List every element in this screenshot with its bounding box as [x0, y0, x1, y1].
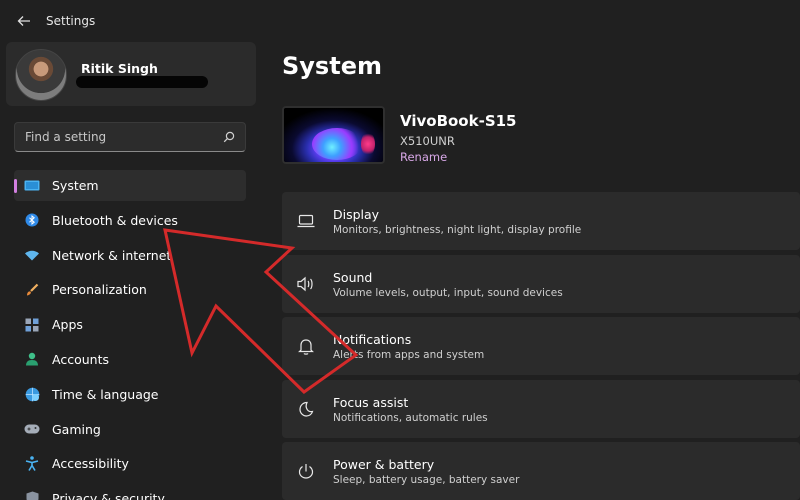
bell-icon [296, 336, 316, 356]
card-description: Notifications, automatic rules [333, 411, 488, 424]
device-name: VivoBook-S15 [400, 112, 517, 130]
bluetooth-icon [24, 212, 40, 228]
gamepad-icon [24, 421, 40, 437]
page-title: System [282, 52, 382, 80]
profile-card[interactable]: Ritik Singh [6, 42, 256, 106]
device-wallpaper-thumbnail [282, 106, 385, 164]
sidebar-item-time-language[interactable]: Time & language [14, 379, 246, 410]
card-title: Notifications [333, 332, 412, 347]
person-icon [24, 351, 40, 367]
settings-card-power-battery[interactable]: Power & battery Sleep, battery usage, ba… [282, 442, 800, 500]
sidebar-item-label: Accounts [52, 351, 109, 367]
card-title: Focus assist [333, 394, 409, 410]
sidebar-item-system[interactable]: System [14, 170, 246, 201]
wifi-icon [24, 247, 40, 263]
sidebar-item-gaming[interactable]: Gaming [14, 414, 246, 445]
sidebar-item-label: Gaming [52, 421, 101, 437]
card-description: Sleep, battery usage, battery saver [333, 474, 520, 486]
moon-icon [296, 399, 316, 419]
sidebar-item-accounts[interactable]: Accounts [14, 344, 246, 375]
sidebar-item-apps[interactable]: Apps [14, 309, 246, 340]
card-title: Sound [333, 269, 373, 285]
sidebar-item-label: Network & internet [52, 247, 172, 263]
search-icon[interactable] [223, 128, 235, 147]
shield-icon [24, 491, 40, 500]
back-arrow-icon[interactable] [14, 11, 34, 31]
sidebar-item-label: Time & language [52, 386, 159, 402]
display-icon [296, 211, 316, 231]
sidebar-item-label: Personalization [52, 282, 147, 298]
card-description: Volume levels, output, input, sound devi… [333, 286, 563, 299]
app-title: Settings [46, 14, 96, 28]
search-box[interactable] [14, 122, 246, 152]
sidebar-item-bluetooth[interactable]: Bluetooth & devices [14, 205, 246, 236]
card-description: Monitors, brightness, night light, displ… [333, 224, 582, 236]
main-content: System VivoBook-S15 X510UNR Rename Displ… [282, 42, 800, 500]
speaker-icon [296, 274, 316, 294]
profile-email-redacted [76, 76, 208, 88]
sidebar-item-label: System [52, 178, 99, 193]
sidebar-item-label: Accessibility [52, 456, 129, 472]
sidebar: Ritik Singh System Bluetooth & devices N… [0, 42, 258, 500]
device-model: X510UNR [400, 134, 455, 148]
sidebar-item-personalization[interactable]: Personalization [14, 274, 246, 305]
avatar [15, 49, 67, 101]
paintbrush-icon [24, 282, 40, 298]
title-bar: Settings [0, 0, 800, 42]
sidebar-nav: System Bluetooth & devices Network & int… [14, 170, 246, 500]
accessibility-icon [24, 456, 40, 472]
profile-name: Ritik Singh [81, 61, 158, 76]
power-icon [296, 461, 316, 481]
search-input[interactable] [25, 130, 223, 144]
sidebar-item-privacy[interactable]: Privacy & security [14, 483, 246, 500]
settings-card-focus-assist[interactable]: Focus assist Notifications, automatic ru… [282, 379, 800, 438]
settings-card-display[interactable]: Display Monitors, brightness, night ligh… [282, 192, 800, 250]
sidebar-item-label: Bluetooth & devices [52, 212, 178, 228]
card-description: Alerts from apps and system [333, 349, 485, 361]
apps-icon [24, 317, 40, 333]
sidebar-item-accessibility[interactable]: Accessibility [14, 448, 246, 479]
globe-clock-icon [24, 386, 40, 402]
card-title: Display [333, 207, 380, 222]
monitor-icon [24, 178, 40, 194]
rename-link[interactable]: Rename [400, 150, 447, 164]
sidebar-item-network[interactable]: Network & internet [14, 240, 246, 271]
settings-card-sound[interactable]: Sound Volume levels, output, input, soun… [282, 254, 800, 313]
card-title: Power & battery [333, 457, 435, 472]
sidebar-item-label: Apps [52, 317, 83, 333]
sidebar-item-label: Privacy & security [52, 491, 165, 500]
settings-card-notifications[interactable]: Notifications Alerts from apps and syste… [282, 317, 800, 375]
settings-list: Display Monitors, brightness, night ligh… [282, 192, 800, 500]
